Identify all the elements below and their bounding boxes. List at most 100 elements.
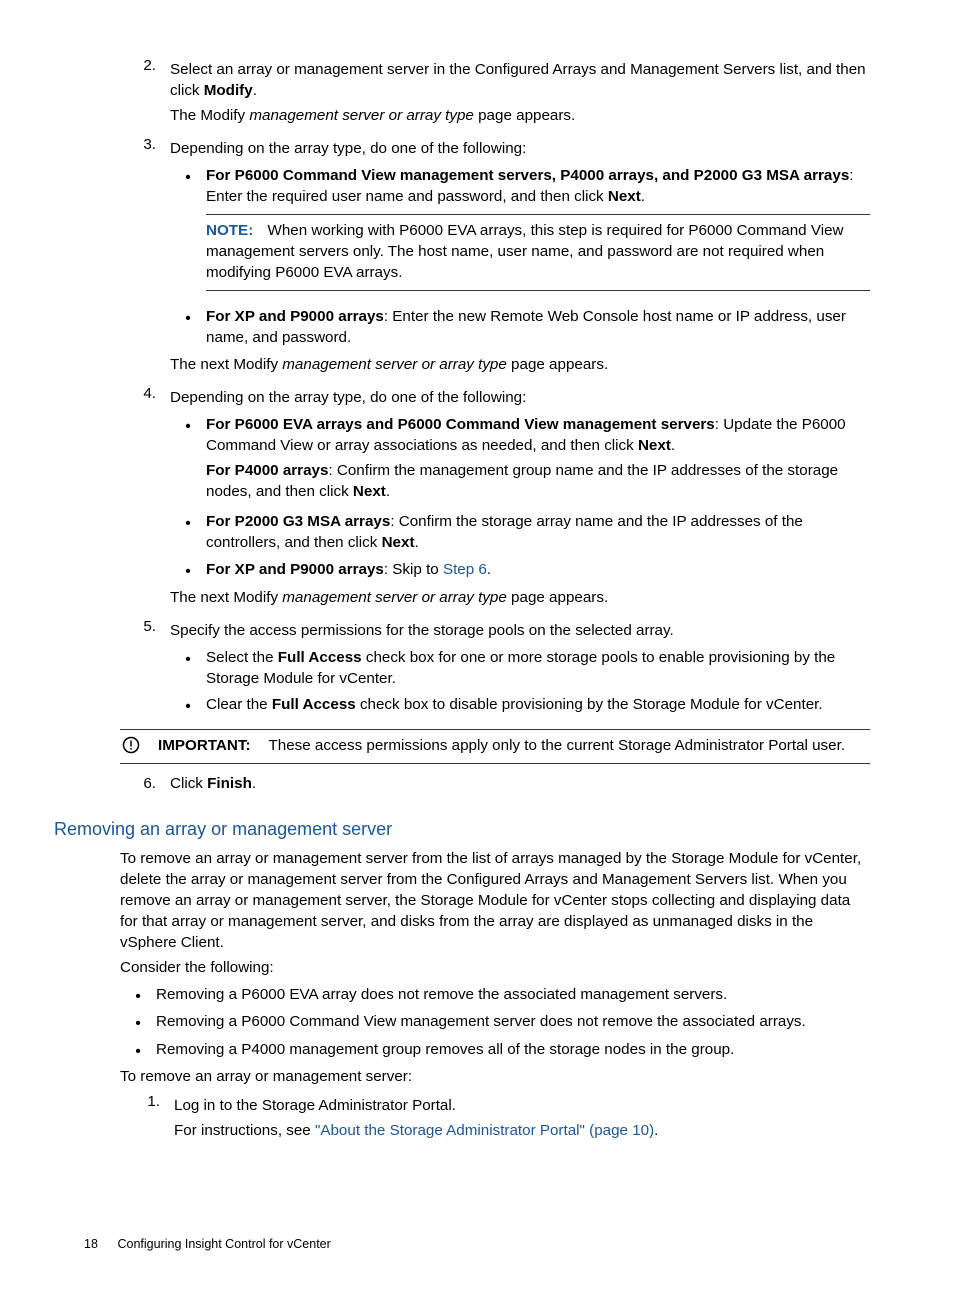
list-item: • Removing a P4000 management group remo…	[120, 1040, 870, 1061]
step-text: Depending on the array type, do one of t…	[170, 388, 870, 409]
bold-text: For P4000 arrays	[206, 462, 328, 479]
bullet-icon: •	[170, 166, 206, 301]
step-2: 2. Select an array or management server …	[84, 56, 870, 131]
bullet-text: For P2000 G3 MSA arrays: Confirm the sto…	[206, 512, 870, 554]
text: The next Modify	[170, 589, 282, 606]
link-portal[interactable]: "About the Storage Administrator Portal"…	[315, 1122, 654, 1139]
list-item: • For P6000 Command View management serv…	[170, 166, 870, 301]
text: Select an array or management server in …	[170, 61, 866, 99]
bold-text: For P6000 Command View management server…	[206, 167, 849, 184]
italic-text: management server or array type	[249, 107, 474, 124]
bullet-text: For P6000 Command View management server…	[206, 166, 870, 208]
remove-step-1: 1. Log in to the Storage Administrator P…	[120, 1092, 870, 1146]
important-box: IMPORTANT: These access permissions appl…	[120, 729, 870, 764]
step-text: Select an array or management server in …	[170, 60, 870, 102]
list-item: • Removing a P6000 Command View manageme…	[120, 1012, 870, 1033]
bullet-icon: •	[170, 560, 206, 581]
text: .	[671, 437, 675, 454]
text: page appears.	[474, 107, 575, 124]
step-subtext: The Modify management server or array ty…	[170, 106, 870, 127]
text: For instructions, see	[174, 1122, 315, 1139]
ordered-steps-remove: 1. Log in to the Storage Administrator P…	[120, 1092, 870, 1146]
link-step6[interactable]: Step 6	[443, 561, 487, 578]
list-item: • For XP and P9000 arrays: Enter the new…	[170, 307, 870, 349]
text: Clear the	[206, 696, 272, 713]
bold-text: For XP and P9000 arrays	[206, 308, 384, 325]
section-heading-removing: Removing an array or management server	[54, 817, 870, 842]
bullet-text: For XP and P9000 arrays: Enter the new R…	[206, 307, 870, 349]
bullet-list: • For P6000 EVA arrays and P6000 Command…	[170, 415, 870, 582]
paragraph: Consider the following:	[120, 958, 870, 979]
bold-text: For P6000 EVA arrays and P6000 Command V…	[206, 416, 715, 433]
text: .	[386, 483, 390, 500]
list-item: • For P2000 G3 MSA arrays: Confirm the s…	[170, 512, 870, 554]
text: : Skip to	[384, 561, 443, 578]
bullet-icon: •	[170, 648, 206, 690]
bullet-text: For XP and P9000 arrays: Skip to Step 6.	[206, 560, 870, 581]
bullet-icon: •	[170, 695, 206, 716]
bold-text: Full Access	[278, 649, 362, 666]
text: page appears.	[507, 589, 608, 606]
footer-title: Configuring Insight Control for vCenter	[117, 1237, 330, 1251]
bullet-list: • Removing a P6000 EVA array does not re…	[120, 985, 870, 1061]
step-6: 6. Click Finish.	[84, 774, 870, 795]
note-label: NOTE:	[206, 222, 253, 239]
list-item: • Removing a P6000 EVA array does not re…	[120, 985, 870, 1006]
bullet-text: Clear the Full Access check box to disab…	[206, 695, 870, 716]
bold-text: Next	[353, 483, 386, 500]
step-tail: The next Modify management server or arr…	[170, 588, 870, 609]
bold-text: Full Access	[272, 696, 356, 713]
important-content: IMPORTANT: These access permissions appl…	[158, 736, 870, 757]
text: The next Modify	[170, 356, 282, 373]
exclamation-circle-icon	[122, 736, 140, 754]
step-number: 3.	[84, 135, 170, 380]
text: .	[487, 561, 491, 578]
list-item: • For XP and P9000 arrays: Skip to Step …	[170, 560, 870, 581]
list-item: • For P6000 EVA arrays and P6000 Command…	[170, 415, 870, 507]
important-text: These access permissions apply only to t…	[268, 737, 845, 754]
list-item: • Select the Full Access check box for o…	[170, 648, 870, 690]
step-number: 5.	[84, 617, 170, 723]
bullet-list: • For P6000 Command View management serv…	[170, 166, 870, 349]
step-number: 4.	[84, 384, 170, 613]
text: Select the	[206, 649, 278, 666]
step-4: 4. Depending on the array type, do one o…	[84, 384, 870, 613]
bold-text: Finish	[207, 775, 252, 792]
italic-text: management server or array type	[282, 356, 507, 373]
ordered-steps: 2. Select an array or management server …	[84, 56, 870, 723]
bullet-icon: •	[170, 307, 206, 349]
important-icon	[120, 736, 158, 757]
bullet-icon: •	[170, 415, 206, 507]
bullet-icon: •	[120, 1040, 156, 1061]
bullet-text: Select the Full Access check box for one…	[206, 648, 870, 690]
bullet-text: For P6000 EVA arrays and P6000 Command V…	[206, 415, 870, 457]
text: .	[641, 188, 645, 205]
text: .	[654, 1122, 658, 1139]
bold-text: Modify	[204, 82, 253, 99]
bullet-icon: •	[170, 512, 206, 554]
note-box: NOTE: When working with P6000 EVA arrays…	[206, 214, 870, 291]
step-3: 3. Depending on the array type, do one o…	[84, 135, 870, 380]
paragraph: To remove an array or management server:	[120, 1067, 870, 1088]
bullet-text: Removing a P6000 EVA array does not remo…	[156, 985, 870, 1006]
bullet-text: Removing a P6000 Command View management…	[156, 1012, 870, 1033]
bold-text: For P2000 G3 MSA arrays	[206, 513, 390, 530]
bullet-text: Removing a P4000 management group remove…	[156, 1040, 870, 1061]
step-5: 5. Specify the access permissions for th…	[84, 617, 870, 723]
step-text: Log in to the Storage Administrator Port…	[174, 1096, 870, 1117]
step-tail: The next Modify management server or arr…	[170, 355, 870, 376]
step-number: 1.	[120, 1092, 174, 1146]
text: check box to disable provisioning by the…	[356, 696, 823, 713]
bullet-subtext: For P4000 arrays: Confirm the management…	[206, 461, 870, 503]
bullet-icon: •	[120, 1012, 156, 1033]
text: Click	[170, 775, 207, 792]
page-footer: 18 Configuring Insight Control for vCent…	[84, 1236, 870, 1253]
step-number: 6.	[84, 774, 170, 795]
list-item: • Clear the Full Access check box to dis…	[170, 695, 870, 716]
italic-text: management server or array type	[282, 589, 507, 606]
paragraph: To remove an array or management server …	[120, 849, 870, 954]
bullet-list: • Select the Full Access check box for o…	[170, 648, 870, 717]
bold-text: For XP and P9000 arrays	[206, 561, 384, 578]
step-text: Specify the access permissions for the s…	[170, 621, 870, 642]
step-subtext: For instructions, see "About the Storage…	[174, 1121, 870, 1142]
